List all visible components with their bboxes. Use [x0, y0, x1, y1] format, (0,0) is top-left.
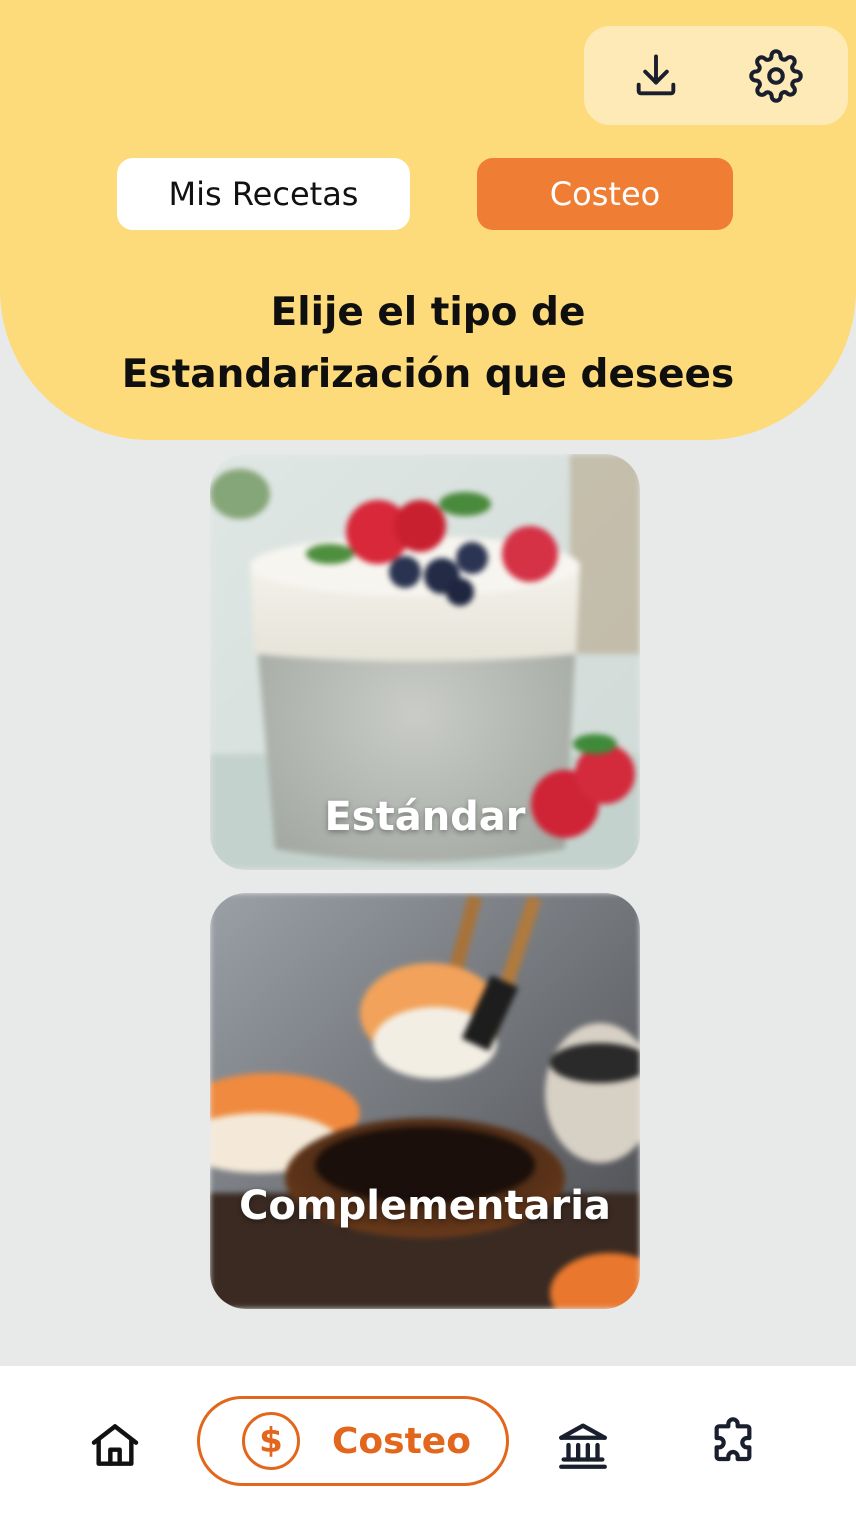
card-complementaria[interactable]: Complementaria [210, 893, 640, 1309]
bottom-nav: $ Costeo [0, 1366, 856, 1522]
header-panel: Mis Recetas Costeo Elije el tipo de Esta… [0, 0, 856, 440]
page-heading: Elije el tipo de Estandarización que des… [0, 282, 856, 406]
nav-costeo-label: Costeo [332, 1420, 471, 1462]
dollar-coin-icon: $ [242, 1412, 300, 1470]
bank-icon [559, 1423, 607, 1469]
download-button[interactable] [626, 46, 686, 106]
card-label-estandar: Estándar [324, 794, 526, 840]
sushi-image [210, 893, 640, 1309]
card-label-complementaria: Complementaria [239, 1183, 611, 1229]
heading-line-2: Estandarización que desees [121, 352, 735, 397]
puzzle-icon [714, 1417, 752, 1462]
nav-bank[interactable] [548, 1404, 618, 1486]
download-icon [636, 54, 676, 96]
home-icon [91, 1424, 139, 1466]
nav-costeo[interactable]: $ Costeo [197, 1396, 509, 1486]
heading-line-1: Elije el tipo de [270, 290, 586, 335]
gear-icon [749, 49, 803, 103]
tab-mis-recetas[interactable]: Mis Recetas [117, 158, 410, 230]
settings-button[interactable] [746, 46, 806, 106]
card-estandar[interactable]: Estándar [210, 454, 640, 870]
nav-puzzle[interactable] [698, 1404, 768, 1486]
top-actions-bar [584, 26, 848, 125]
nav-home[interactable] [80, 1404, 150, 1486]
tab-costeo[interactable]: Costeo [477, 158, 733, 230]
